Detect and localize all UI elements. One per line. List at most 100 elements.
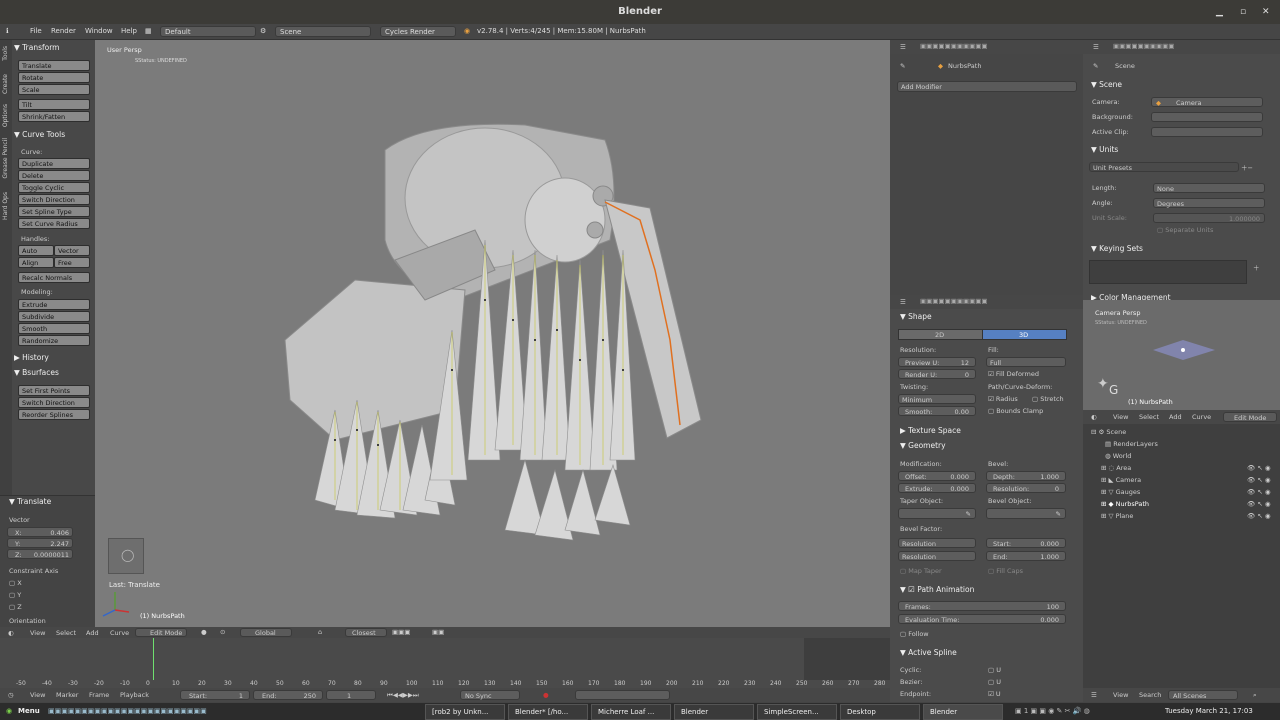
- snap-element-select[interactable]: Closest: [345, 628, 387, 637]
- handle-auto-button[interactable]: Auto: [18, 245, 54, 256]
- tab-tools[interactable]: Tools: [2, 46, 9, 61]
- transform-panel-title[interactable]: ▼ Transform: [14, 43, 59, 52]
- timeline[interactable]: -50 -40 -30 -20 -10 0 10 20 30 40 50 60 70 80 90 100 110…: [0, 638, 890, 688]
- timeline-editor-icon[interactable]: ◷: [8, 691, 14, 699]
- task-blender[interactable]: Blender: [674, 704, 754, 720]
- search-icon[interactable]: ⌕: [1253, 691, 1257, 700]
- bevel-start-mapping-select[interactable]: Resolution: [898, 538, 976, 548]
- viewport-editor-icon[interactable]: ◐: [8, 629, 14, 637]
- outliner-item[interactable]: ◍ World: [1105, 452, 1131, 460]
- active-clip-field[interactable]: [1151, 127, 1263, 137]
- render-engine-select[interactable]: Cycles Render: [380, 26, 456, 37]
- randomize-button[interactable]: Randomize: [18, 335, 90, 346]
- set-first-points-button[interactable]: Set First Points: [18, 385, 90, 396]
- close-icon[interactable]: ✕: [1262, 0, 1270, 24]
- cyclic-u-checkbox[interactable]: ▢ U: [988, 666, 1001, 674]
- shading-icon[interactable]: ●: [201, 628, 207, 636]
- cam-menu-view[interactable]: View: [1113, 413, 1128, 421]
- props-tab-icons[interactable]: ▣▣▣▣▣▣▣▣▣▣▣: [920, 42, 988, 50]
- tab-options[interactable]: Options: [2, 104, 9, 127]
- frames-field[interactable]: Frames: 100: [898, 601, 1066, 611]
- fill-mode-select[interactable]: Full: [986, 357, 1066, 367]
- camera-viewport[interactable]: Camera Persp SStatus: UNDEFINED ✦ G (1) …: [1083, 300, 1280, 410]
- depth-field[interactable]: Depth: 1.000: [986, 471, 1066, 481]
- props2-tab-icons[interactable]: ▣▣▣▣▣▣▣▣▣▣▣: [920, 297, 988, 305]
- vector-z-field[interactable]: Z: 0.0000011: [7, 549, 73, 559]
- 2d-toggle[interactable]: 2D: [898, 329, 983, 340]
- handle-align-button[interactable]: Align: [18, 257, 54, 268]
- shrink-fatten-button[interactable]: Shrink/Fatten: [18, 111, 90, 122]
- info-editor-icon[interactable]: ℹ: [6, 27, 9, 35]
- task-blender-active[interactable]: Blender: [923, 704, 1003, 720]
- bevel-start-field[interactable]: Start: 0.000: [986, 538, 1066, 548]
- vp-menu-curve[interactable]: Curve: [110, 629, 129, 637]
- start-menu-button[interactable]: Menu: [18, 707, 40, 715]
- keying-set-field[interactable]: [575, 690, 670, 700]
- keying-sets-panel-title[interactable]: ▼ Keying Sets: [1091, 244, 1143, 253]
- bsurf-switch-direction-button[interactable]: Switch Direction: [18, 397, 90, 408]
- tray-icons[interactable]: ▣ 1 ▣ ▣ ◉ ✎ ✂ 🔊 ◍: [1015, 707, 1090, 715]
- visibility-icons[interactable]: 👁 ↖ ◉: [1247, 488, 1271, 496]
- pin-icon[interactable]: ✎: [900, 62, 905, 70]
- constraint-y-checkbox[interactable]: ▢ Y: [9, 591, 21, 599]
- props2-editor-icon[interactable]: ☰: [900, 298, 906, 306]
- scene-panel-title[interactable]: ▼ Scene: [1091, 80, 1122, 89]
- radius-checkbox[interactable]: ☑ Radius: [988, 395, 1018, 403]
- visibility-icons[interactable]: 👁 ↖ ◉: [1247, 500, 1271, 508]
- menu-file[interactable]: File: [30, 27, 42, 35]
- bevel-object-field[interactable]: ✎: [986, 508, 1066, 519]
- stretch-checkbox[interactable]: ▢ Stretch: [1032, 395, 1064, 403]
- units-panel-title[interactable]: ▼ Units: [1091, 145, 1118, 154]
- curve-tools-panel-title[interactable]: ▼ Curve Tools: [14, 130, 65, 139]
- vp-menu-view[interactable]: View: [30, 629, 45, 637]
- sync-select[interactable]: No Sync: [460, 690, 520, 700]
- outliner-editor-icon[interactable]: ☰: [1091, 691, 1097, 699]
- task-blender-ho[interactable]: Blender* [/ho...: [508, 704, 588, 720]
- outliner-item[interactable]: ⊞ ▽ Plane: [1101, 512, 1133, 520]
- render-u-field[interactable]: Render U: 0: [898, 369, 976, 379]
- bevel-end-field[interactable]: End: 1.000: [986, 551, 1066, 561]
- length-select[interactable]: None: [1153, 183, 1265, 193]
- menu-icon[interactable]: ◉: [6, 707, 12, 715]
- camera-field[interactable]: ◆ Camera: [1151, 97, 1263, 107]
- task-micherre[interactable]: Micherre Loaf ...: [591, 704, 671, 720]
- keying-sets-list[interactable]: [1089, 260, 1247, 284]
- constraint-x-checkbox[interactable]: ▢ X: [9, 579, 22, 587]
- eyedropper-icon[interactable]: ✎: [1056, 510, 1061, 518]
- vector-x-field[interactable]: X: 0.406: [7, 527, 73, 537]
- shape-panel-title[interactable]: ▼ Shape: [900, 312, 932, 321]
- preview-u-field[interactable]: Preview U: 12: [898, 357, 976, 367]
- scene-selector[interactable]: Scene: [275, 26, 371, 37]
- layout-icon[interactable]: ▦: [145, 27, 152, 35]
- task-rob2[interactable]: [rob2 by Unkn...: [425, 704, 505, 720]
- cam-menu-select[interactable]: Select: [1139, 413, 1159, 421]
- tl-menu-marker[interactable]: Marker: [56, 691, 78, 699]
- proportional-icon[interactable]: ▣▣▣: [392, 628, 410, 636]
- end-frame-field[interactable]: End: 250: [253, 690, 323, 700]
- eyedropper-icon[interactable]: ✎: [966, 510, 971, 518]
- gauge-model[interactable]: [95, 40, 890, 627]
- constraint-z-checkbox[interactable]: ▢ Z: [9, 603, 22, 611]
- 3d-viewport[interactable]: User Persp SStatus: UNDEFINED ◯ Last: Tr…: [95, 40, 890, 627]
- orientation-select[interactable]: Global: [240, 628, 292, 637]
- bsurfaces-panel-title[interactable]: ▼ Bsurfaces: [14, 368, 59, 377]
- vp-menu-add[interactable]: Add: [86, 629, 99, 637]
- tab-hard-ops[interactable]: Hard Ops: [2, 192, 9, 220]
- scale-button[interactable]: Scale: [18, 84, 90, 95]
- vector-y-field[interactable]: Y: 2.247: [7, 538, 73, 548]
- snap-icon[interactable]: ⌂: [318, 628, 322, 636]
- geometry-panel-title[interactable]: ▼ Geometry: [900, 441, 946, 450]
- playback-controls[interactable]: ⏮◀◀▶▶⏭: [387, 691, 419, 700]
- extrude-field[interactable]: Extrude: 0.000: [898, 483, 976, 493]
- separate-units-checkbox[interactable]: ▢ Separate Units: [1157, 226, 1213, 234]
- add-preset-icon[interactable]: ＋−: [1241, 162, 1253, 172]
- tl-menu-frame[interactable]: Frame: [89, 691, 109, 699]
- props-editor-icon[interactable]: ☰: [900, 43, 906, 51]
- twist-method-select[interactable]: Minimum: [898, 394, 976, 404]
- history-panel-title[interactable]: ▶ History: [14, 353, 49, 362]
- current-frame-field[interactable]: 1: [326, 690, 376, 700]
- set-curve-radius-button[interactable]: Set Curve Radius: [18, 218, 90, 229]
- tl-menu-view[interactable]: View: [30, 691, 45, 699]
- visibility-icons[interactable]: 👁 ↖ ◉: [1247, 512, 1271, 520]
- unit-scale-field[interactable]: 1.000000: [1153, 213, 1265, 223]
